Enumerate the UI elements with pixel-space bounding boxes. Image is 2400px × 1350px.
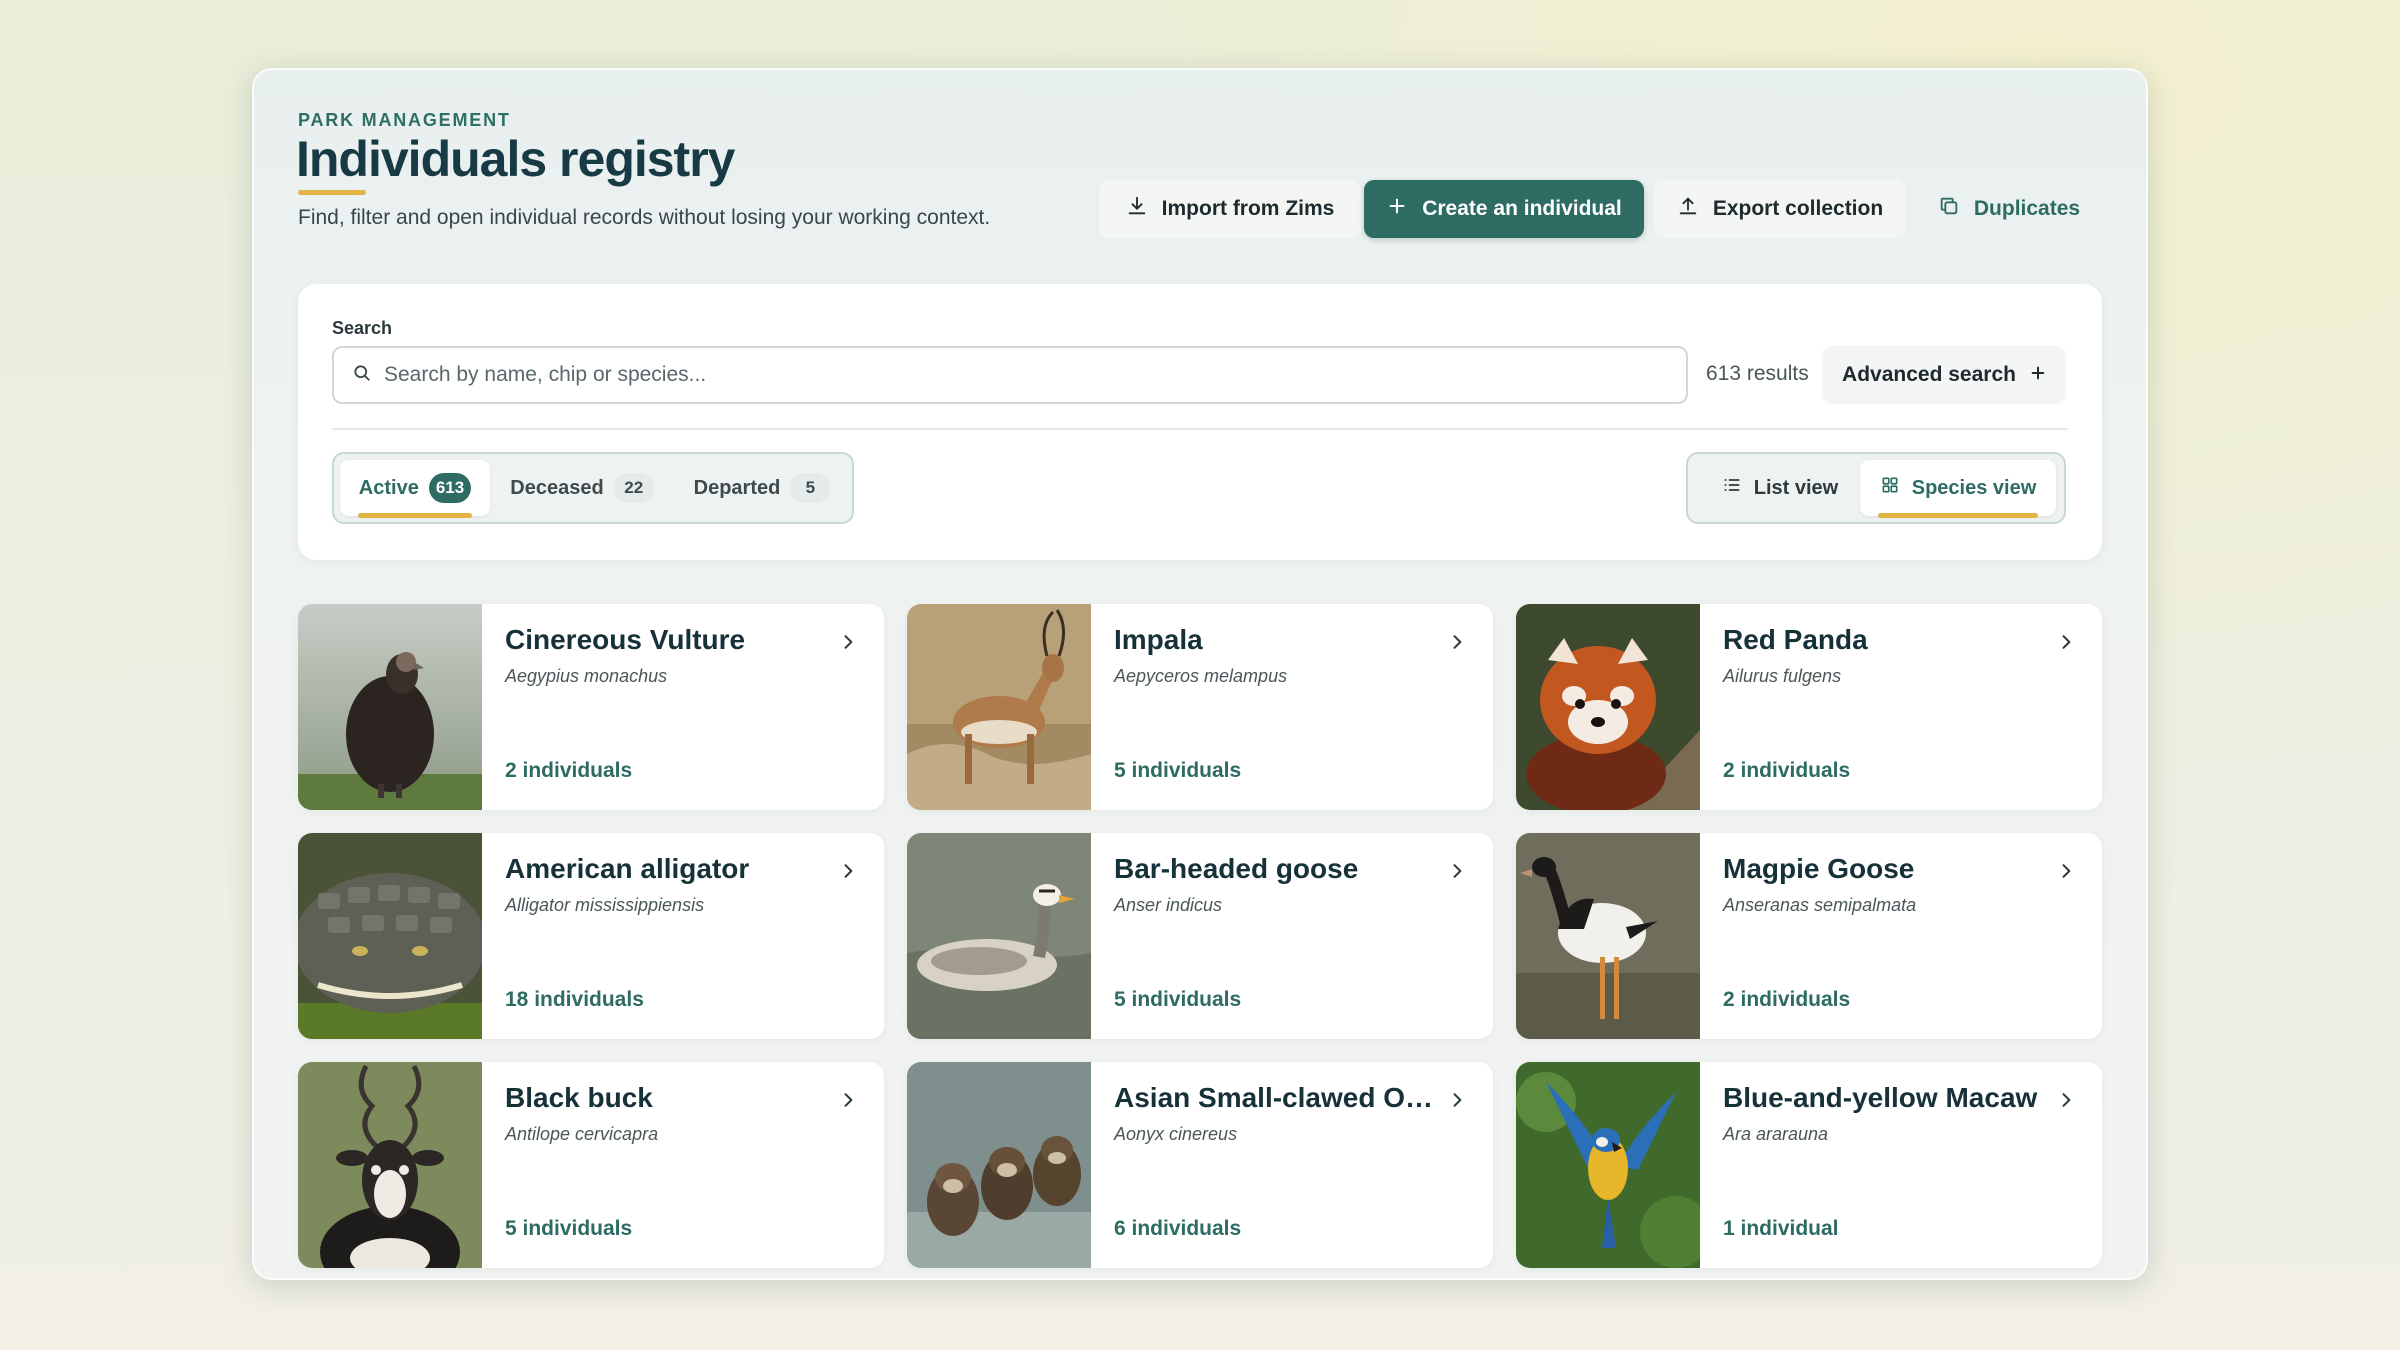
- tab-count-badge: 613: [428, 473, 472, 503]
- species-scientific-name: Antilope cervicapra: [505, 1124, 659, 1144]
- species-scientific-name: Ailurus fulgens: [1723, 666, 1842, 686]
- chevron-right-icon: [1453, 1093, 1462, 1107]
- individuals-count: 6 individuals: [1114, 1217, 1242, 1240]
- search-input[interactable]: [384, 363, 1664, 387]
- chevron-right-icon: [844, 864, 853, 878]
- advanced-search-button[interactable]: Advanced search: [1822, 346, 2066, 404]
- individuals-count: 5 individuals: [1114, 988, 1242, 1011]
- duplicates-button-label: Duplicates: [1973, 197, 2081, 220]
- chevron-right-icon: [1453, 864, 1462, 878]
- chevron-right-icon: [2062, 864, 2071, 878]
- species-view-label: Species view: [1911, 476, 2037, 499]
- species-view-button[interactable]: Species view: [1860, 460, 2056, 518]
- individuals-count: 2 individuals: [1723, 988, 1851, 1011]
- species-photo: [1516, 604, 1700, 810]
- species-card[interactable]: Black buck Antilope cervicapra 5 individ…: [298, 1062, 884, 1268]
- species-scientific-name: Ara ararauna: [1723, 1124, 1829, 1144]
- section-eyebrow: PARK MANAGEMENT: [298, 110, 511, 130]
- species-name: Cinereous Vulture: [505, 624, 746, 655]
- import-button-label: Import from Zims: [1161, 197, 1335, 220]
- tab-count-badge: 5: [790, 473, 831, 503]
- search-icon: [352, 363, 372, 388]
- tab-label: Active: [358, 476, 419, 499]
- individuals-count: 1 individual: [1723, 1217, 1839, 1240]
- upload-icon: [1677, 195, 1699, 223]
- species-name: Asian Small-clawed Ot...: [1114, 1082, 1434, 1113]
- results-count: 613 results: [1706, 362, 1809, 385]
- species-name: Bar-headed goose: [1114, 853, 1359, 884]
- species-photo: [907, 1062, 1091, 1268]
- page-title: Individuals registry: [296, 131, 735, 187]
- species-card[interactable]: Asian Small-clawed Ot... Aonyx cinereus …: [907, 1062, 1493, 1268]
- individuals-count: 5 individuals: [505, 1217, 633, 1240]
- species-card[interactable]: Red Panda Ailurus fulgens 2 individuals: [1516, 604, 2102, 810]
- export-button[interactable]: Export collection: [1654, 180, 1906, 238]
- advanced-search-label: Advanced search: [1842, 363, 2016, 386]
- search-box[interactable]: [332, 346, 1688, 404]
- species-photo: [907, 833, 1091, 1039]
- plus-icon: [1386, 195, 1408, 223]
- species-photo: [298, 604, 482, 810]
- species-card[interactable]: Blue-and-yellow Macaw Ara ararauna 1 ind…: [1516, 1062, 2102, 1268]
- species-photo: [298, 833, 482, 1039]
- chevron-right-icon: [2062, 1093, 2071, 1107]
- list-view-label: List view: [1753, 476, 1839, 499]
- status-tabs: Active 613 Deceased 22 Departed 5: [332, 452, 854, 524]
- species-scientific-name: Anseranas semipalmata: [1723, 895, 1917, 915]
- download-icon: [1126, 195, 1148, 223]
- tab-deceased[interactable]: Deceased 22: [498, 460, 666, 516]
- create-button-label: Create an individual: [1422, 197, 1622, 220]
- species-card[interactable]: Impala Aepyceros melampus 5 individuals: [907, 604, 1493, 810]
- list-view-button[interactable]: List view: [1694, 460, 1866, 516]
- species-grid: Cinereous Vulture Aegypius monachus 2 in…: [298, 604, 2102, 1268]
- individuals-count: 2 individuals: [1723, 759, 1851, 782]
- species-scientific-name: Alligator mississippiensis: [505, 895, 705, 915]
- species-photo: [298, 1062, 482, 1268]
- species-photo: [907, 604, 1091, 810]
- chevron-right-icon: [2062, 635, 2071, 649]
- species-scientific-name: Aegypius monachus: [505, 666, 668, 686]
- species-card[interactable]: Magpie Goose Anseranas semipalmata 2 ind…: [1516, 833, 2102, 1039]
- filter-panel: Search 613 results Advanced search Activ…: [298, 284, 2102, 560]
- divider: [332, 428, 2068, 430]
- copy-icon: [1938, 195, 1960, 223]
- species-name: Black buck: [505, 1082, 653, 1113]
- tab-departed[interactable]: Departed 5: [674, 460, 850, 516]
- tab-label: Deceased: [510, 476, 604, 499]
- individuals-count: 2 individuals: [505, 759, 633, 782]
- species-card[interactable]: Cinereous Vulture Aegypius monachus 2 in…: [298, 604, 884, 810]
- view-toggle: List view Species view: [1686, 452, 2066, 524]
- species-photo: [1516, 833, 1700, 1039]
- title-underline: [298, 190, 366, 195]
- species-name: American alligator: [505, 853, 750, 884]
- duplicates-button[interactable]: Duplicates: [1916, 180, 2102, 238]
- species-name: Impala: [1114, 624, 1203, 655]
- individuals-count: 5 individuals: [1114, 759, 1242, 782]
- species-name: Red Panda: [1723, 624, 1868, 655]
- export-button-label: Export collection: [1712, 197, 1884, 220]
- species-scientific-name: Aepyceros melampus: [1114, 666, 1288, 686]
- tab-label: Departed: [693, 476, 781, 499]
- tab-active[interactable]: Active 613: [340, 460, 490, 518]
- registry-window: PARK MANAGEMENT Individuals registry Fin…: [252, 68, 2148, 1280]
- species-scientific-name: Anser indicus: [1114, 895, 1223, 915]
- species-photo: [1516, 1062, 1700, 1268]
- list-icon: [1722, 475, 1742, 501]
- species-card[interactable]: American alligator Alligator mississippi…: [298, 833, 884, 1039]
- species-card[interactable]: Bar-headed goose Anser indicus 5 individ…: [907, 833, 1493, 1039]
- plus-icon: [2030, 363, 2046, 387]
- page-subtitle: Find, filter and open individual records…: [298, 206, 991, 229]
- create-individual-button[interactable]: Create an individual: [1364, 180, 1644, 238]
- search-label: Search: [332, 318, 393, 338]
- chevron-right-icon: [844, 1093, 853, 1107]
- individuals-count: 18 individuals: [505, 988, 644, 1011]
- chevron-right-icon: [844, 635, 853, 649]
- species-scientific-name: Aonyx cinereus: [1114, 1124, 1238, 1144]
- species-name: Magpie Goose: [1723, 853, 1915, 884]
- chevron-right-icon: [1453, 635, 1462, 649]
- tab-count-badge: 22: [613, 473, 654, 503]
- species-name: Blue-and-yellow Macaw: [1723, 1082, 2038, 1113]
- grid-icon: [1880, 475, 1900, 501]
- import-button[interactable]: Import from Zims: [1099, 180, 1361, 238]
